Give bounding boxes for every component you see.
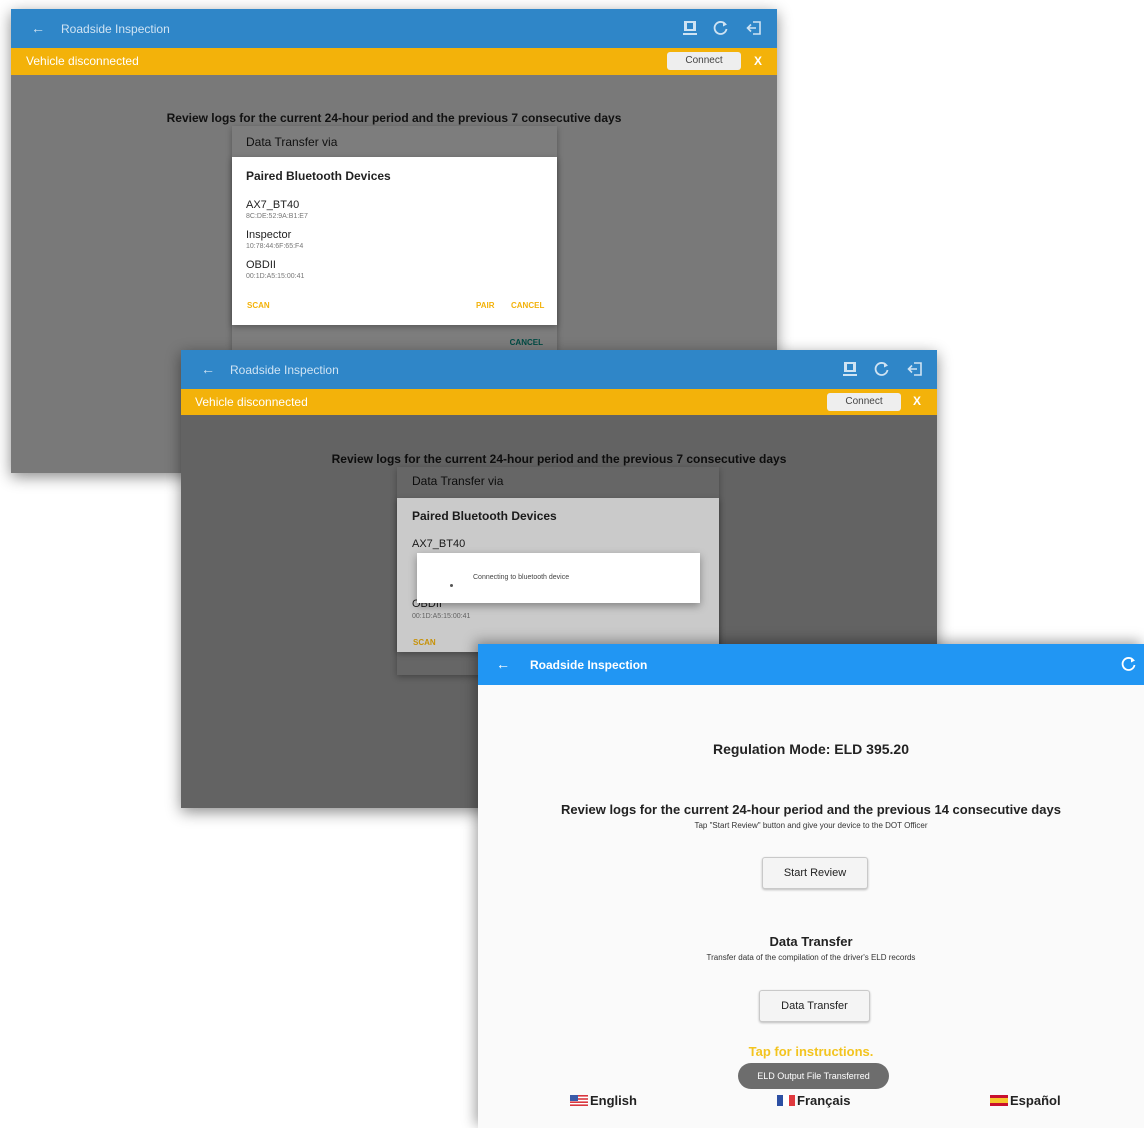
device-mac: 8C:DE:52:9A:B1:E7 (246, 213, 308, 220)
eld-device-icon[interactable] (682, 20, 698, 36)
app-title: Roadside Inspection (61, 22, 170, 36)
review-logs-heading: Review logs for the current 24-hour peri… (561, 802, 1061, 817)
connect-button[interactable]: Connect (827, 393, 901, 411)
data-transfer-button[interactable]: Data Transfer (759, 990, 870, 1022)
instructions-link[interactable]: Tap for instructions. (478, 1044, 1144, 1059)
refresh-icon[interactable] (1121, 656, 1137, 672)
back-arrow-icon[interactable]: ← (496, 656, 510, 672)
back-arrow-icon[interactable]: ← (201, 361, 215, 377)
data-transfer-subtext: Transfer data of the compilation of the … (706, 953, 916, 962)
france-flag-icon (777, 1095, 795, 1106)
back-arrow-icon[interactable]: ← (31, 20, 45, 36)
scan-button[interactable]: SCAN (247, 301, 270, 310)
spinner-icon (450, 584, 453, 587)
eld-device-icon[interactable] (842, 361, 858, 377)
device-mac: 00:1D:A5:15:00:41 (246, 273, 305, 280)
app-title: Roadside Inspection (530, 658, 648, 672)
language-spanish[interactable]: Español (990, 1093, 1061, 1108)
device-name: Inspector (246, 229, 292, 241)
device-mac: 10:78:44:6F:65:F4 (246, 243, 304, 250)
screenshot-3: ← Roadside Inspection Regulation Mode: E… (478, 644, 1144, 1128)
close-banner-button[interactable]: X (913, 394, 921, 408)
start-review-label: Start Review (783, 867, 847, 879)
cancel-button[interactable]: CANCEL (511, 301, 544, 310)
app-bar: ← Roadside Inspection (11, 9, 777, 48)
language-label: Español (1010, 1093, 1061, 1108)
connect-label: Connect (685, 55, 723, 66)
language-english[interactable]: English (570, 1093, 637, 1108)
paired-devices-title: Paired Bluetooth Devices (246, 169, 391, 183)
data-transfer-label: Data Transfer (781, 1000, 848, 1012)
device-name: AX7_BT40 (246, 199, 300, 211)
device-name: OBDII (246, 259, 276, 271)
app-bar: ← Roadside Inspection (181, 350, 937, 389)
device-item[interactable]: Inspector 10:78:44:6F:65:F4 (246, 229, 546, 255)
connecting-dialog: Connecting to bluetooth device (417, 553, 700, 603)
language-french[interactable]: Français (777, 1093, 850, 1108)
disconnected-banner: Vehicle disconnected Connect X (11, 48, 777, 75)
device-item[interactable]: OBDII 00:1D:A5:15:00:41 (246, 259, 546, 285)
close-banner-button[interactable]: X (754, 54, 762, 68)
device-item[interactable]: AX7_BT40 8C:DE:52:9A:B1:E7 (246, 199, 546, 225)
logout-icon[interactable] (907, 361, 923, 377)
disconnected-banner: Vehicle disconnected Connect X (181, 389, 937, 415)
us-flag-icon (570, 1095, 588, 1106)
app-bar: ← Roadside Inspection (478, 644, 1144, 685)
data-transfer-heading: Data Transfer (769, 934, 853, 949)
paired-devices-dialog: Paired Bluetooth Devices AX7_BT40 8C:DE:… (232, 157, 557, 325)
pair-button[interactable]: PAIR (476, 301, 495, 310)
start-review-button[interactable]: Start Review (762, 857, 868, 889)
regulation-mode-text: Regulation Mode: ELD 395.20 (712, 741, 910, 757)
banner-text: Vehicle disconnected (26, 54, 139, 68)
toast-text: ELD Output File Transferred (757, 1071, 870, 1081)
logout-icon[interactable] (746, 20, 762, 36)
banner-text: Vehicle disconnected (195, 395, 308, 409)
review-logs-subtext: Tap "Start Review" button and give your … (694, 821, 928, 830)
connect-label: Connect (845, 396, 883, 407)
connect-button[interactable]: Connect (667, 52, 741, 70)
language-label: Français (797, 1093, 851, 1108)
toast-message: ELD Output File Transferred (738, 1063, 889, 1089)
app-title: Roadside Inspection (230, 363, 339, 377)
refresh-icon[interactable] (874, 361, 890, 377)
connecting-text: Connecting to bluetooth device (473, 574, 570, 581)
language-label: English (590, 1093, 637, 1108)
refresh-icon[interactable] (713, 20, 729, 36)
spain-flag-icon (990, 1095, 1008, 1106)
